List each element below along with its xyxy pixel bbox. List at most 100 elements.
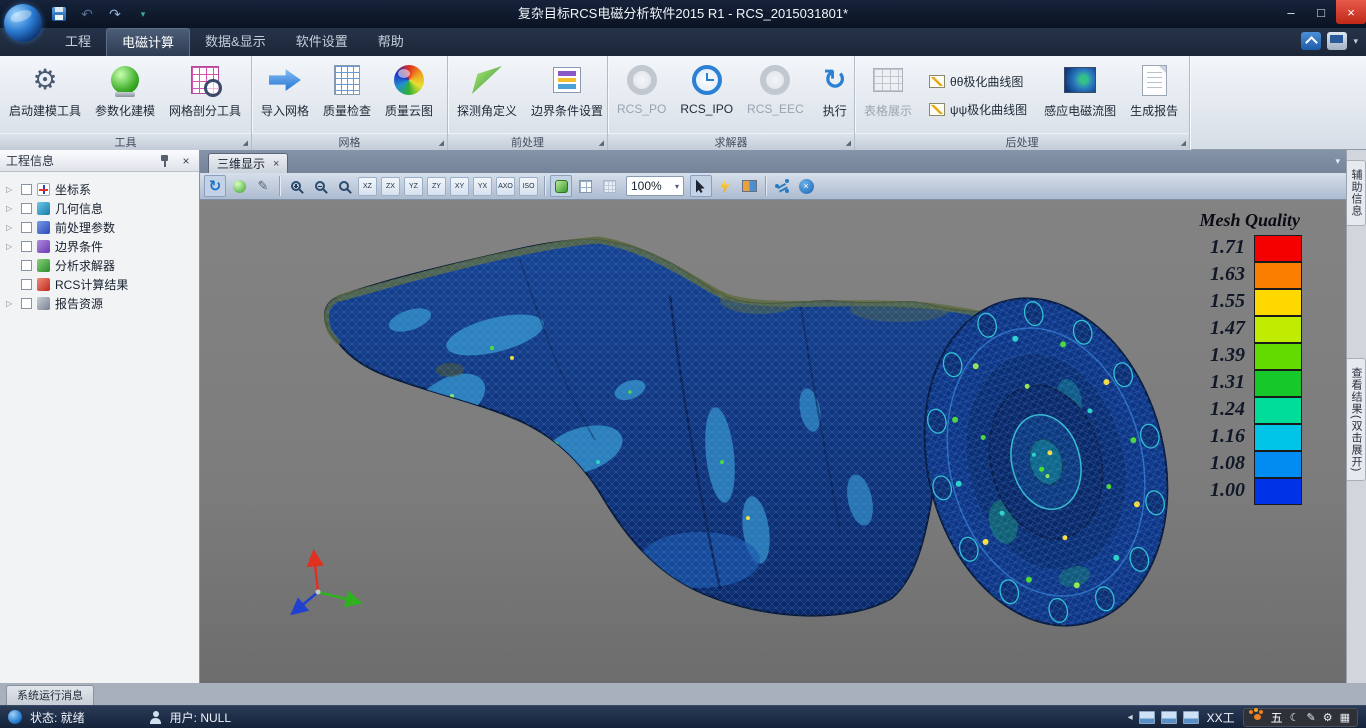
tree-item-preprocess-params[interactable]: ▷ 前处理参数	[0, 218, 199, 237]
tree-item-rcs-results[interactable]: ▷ RCS计算结果	[0, 275, 199, 294]
view-xz-button[interactable]: XZ	[358, 177, 377, 196]
display-settings-icon[interactable]	[1327, 32, 1347, 50]
probe-angle-button[interactable]: 探测角定义	[451, 59, 523, 132]
boundary-condition-button[interactable]: 边界条件设置	[525, 59, 609, 132]
collapse-ribbon-icon[interactable]	[1301, 32, 1321, 50]
view-axo-button[interactable]: AXO	[496, 177, 515, 196]
zoom-level-select[interactable]: 100% ▾	[626, 176, 684, 196]
checkbox[interactable]	[21, 298, 32, 309]
tree-item-boundary-condition[interactable]: ▷ 边界条件	[0, 237, 199, 256]
mesh-model-canvas[interactable]	[200, 200, 1346, 683]
checkbox[interactable]	[21, 279, 32, 290]
expand-arrow-icon[interactable]: ▷	[6, 204, 16, 213]
quick-access-dropdown-icon[interactable]: ▾	[132, 4, 154, 24]
tab-3d-display[interactable]: 三维显示 ×	[208, 153, 288, 173]
ime-moon-icon[interactable]: ☾	[1290, 711, 1300, 724]
menu-tab-em-compute[interactable]: 电磁计算	[106, 28, 190, 56]
quality-check-button[interactable]: 质量检查	[317, 59, 377, 132]
checkbox[interactable]	[21, 222, 32, 233]
system-messages-tab[interactable]: 系统运行消息	[6, 685, 94, 705]
zoom-out-button[interactable]	[309, 175, 331, 197]
group-launcher-icon[interactable]: ◢	[439, 139, 444, 147]
expand-arrow-icon[interactable]: ▷	[6, 223, 16, 232]
tree-item-geometry-info[interactable]: ▷ 几何信息	[0, 199, 199, 218]
shaded-sphere-button[interactable]	[228, 175, 250, 197]
tray-expand-icon[interactable]: ◂	[1128, 712, 1133, 723]
menu-tab-project[interactable]: 工程	[50, 28, 106, 56]
launch-modeling-tool-button[interactable]: ⚙ 启动建模工具	[3, 59, 87, 132]
ime-settings-icon[interactable]: ⚙	[1323, 711, 1333, 724]
menu-tab-help[interactable]: 帮助	[363, 28, 419, 56]
view-xy-button[interactable]: XY	[450, 177, 469, 196]
tab-list-dropdown-icon[interactable]: ▾	[1335, 156, 1340, 167]
checkbox[interactable]	[21, 241, 32, 252]
tree-item-coordinate-system[interactable]: ▷ 坐标系	[0, 180, 199, 199]
window-preview-icon[interactable]	[1139, 711, 1155, 724]
ime-pencil-icon[interactable]: ✎	[1307, 711, 1316, 724]
window-preview-icon[interactable]	[1161, 711, 1177, 724]
generate-report-button[interactable]: 生成报告	[1124, 59, 1184, 132]
group-launcher-icon[interactable]: ◢	[599, 139, 604, 147]
select-cursor-button[interactable]	[690, 175, 712, 197]
checkbox[interactable]	[21, 184, 32, 195]
tree-item-report-resources[interactable]: ▷ 报告资源	[0, 294, 199, 313]
ime-wubi-indicator[interactable]: 五	[1271, 709, 1283, 726]
wireframe-view-button[interactable]	[574, 175, 596, 197]
grid-view-button[interactable]	[598, 175, 620, 197]
palette-button[interactable]	[738, 175, 760, 197]
export-view-button[interactable]	[771, 175, 793, 197]
theta-polarization-curve-button[interactable]: θθ极化曲线图	[923, 70, 1033, 93]
import-mesh-button[interactable]: 导入网格	[255, 59, 315, 132]
close-tab-icon[interactable]: ×	[273, 158, 279, 170]
shaded-view-button[interactable]	[550, 175, 572, 197]
viewport-3d[interactable]: Mesh Quality 1.71 1.63 1.55 1.47 1.39 1.…	[200, 200, 1346, 683]
tree-item-analysis-solver[interactable]: ▷ 分析求解器	[0, 256, 199, 275]
menu-tab-data-display[interactable]: 数据&显示	[190, 28, 281, 56]
expand-arrow-icon[interactable]: ▷	[6, 185, 16, 194]
app-logo-icon[interactable]	[4, 4, 42, 42]
pin-icon[interactable]	[160, 154, 169, 167]
view-iso-button[interactable]: ISO	[519, 177, 538, 196]
menu-tab-settings[interactable]: 软件设置	[281, 28, 363, 56]
minimize-button[interactable]: –	[1276, 0, 1306, 24]
expand-arrow-icon[interactable]: ▷	[6, 299, 16, 308]
maximize-button[interactable]: □	[1306, 0, 1336, 24]
legend-swatch	[1254, 370, 1302, 397]
mesh-partition-tool-button[interactable]: 网格剖分工具	[163, 59, 247, 132]
checkbox[interactable]	[21, 203, 32, 214]
checkbox[interactable]	[21, 260, 32, 271]
view-zx-button[interactable]: ZX	[381, 177, 400, 196]
panel-close-icon[interactable]: ×	[179, 154, 193, 168]
group-launcher-icon[interactable]: ◢	[1181, 139, 1186, 147]
clear-view-button[interactable]: ×	[795, 175, 817, 197]
display-settings-dropdown-icon[interactable]: ▾	[1353, 36, 1358, 47]
group-launcher-icon[interactable]: ◢	[243, 139, 248, 147]
rcs-ipo-button[interactable]: RCS_IPO	[674, 59, 739, 132]
induced-current-map-button[interactable]: 感应电磁流图	[1038, 59, 1122, 132]
legend-swatch	[1254, 343, 1302, 370]
close-button[interactable]: ×	[1336, 0, 1366, 24]
view-results-tab[interactable]: 查看结果(双击展开)	[1347, 358, 1366, 481]
orbit-button[interactable]: ↻	[204, 175, 226, 197]
save-button[interactable]	[48, 4, 70, 24]
zoom-in-button[interactable]	[285, 175, 307, 197]
parametric-modeling-button[interactable]: 参数化建模	[89, 59, 161, 132]
view-yx-button[interactable]: YX	[473, 177, 492, 196]
ime-paw-icon[interactable]	[1254, 714, 1261, 720]
redo-button[interactable]: ↷	[104, 4, 126, 24]
mesh-model[interactable]	[325, 240, 1201, 652]
expand-arrow-icon[interactable]: ▷	[6, 242, 16, 251]
psi-polarization-curve-button[interactable]: ψψ极化曲线图	[923, 98, 1033, 121]
view-yz-button[interactable]: YZ	[404, 177, 423, 196]
probe-button[interactable]	[714, 175, 736, 197]
quality-cloud-button[interactable]: 质量云图	[379, 59, 439, 132]
window-preview-icon[interactable]	[1183, 711, 1199, 724]
ime-keyboard-icon[interactable]: ▦	[1340, 711, 1350, 724]
execute-button[interactable]: ↻ 执行	[812, 59, 858, 132]
zoom-window-button[interactable]	[333, 175, 355, 197]
sketch-button[interactable]: ✎	[252, 175, 274, 197]
view-zy-button[interactable]: ZY	[427, 177, 446, 196]
undo-button[interactable]: ↶	[76, 4, 98, 24]
auxiliary-info-tab[interactable]: 辅助信息	[1347, 160, 1366, 226]
group-launcher-icon[interactable]: ◢	[846, 139, 851, 147]
